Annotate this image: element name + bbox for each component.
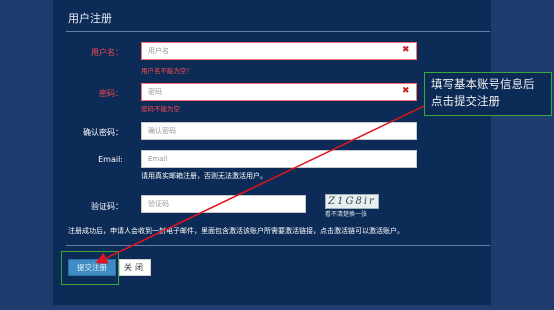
annotation-arrow [95,105,425,264]
arrow-line [95,105,425,264]
